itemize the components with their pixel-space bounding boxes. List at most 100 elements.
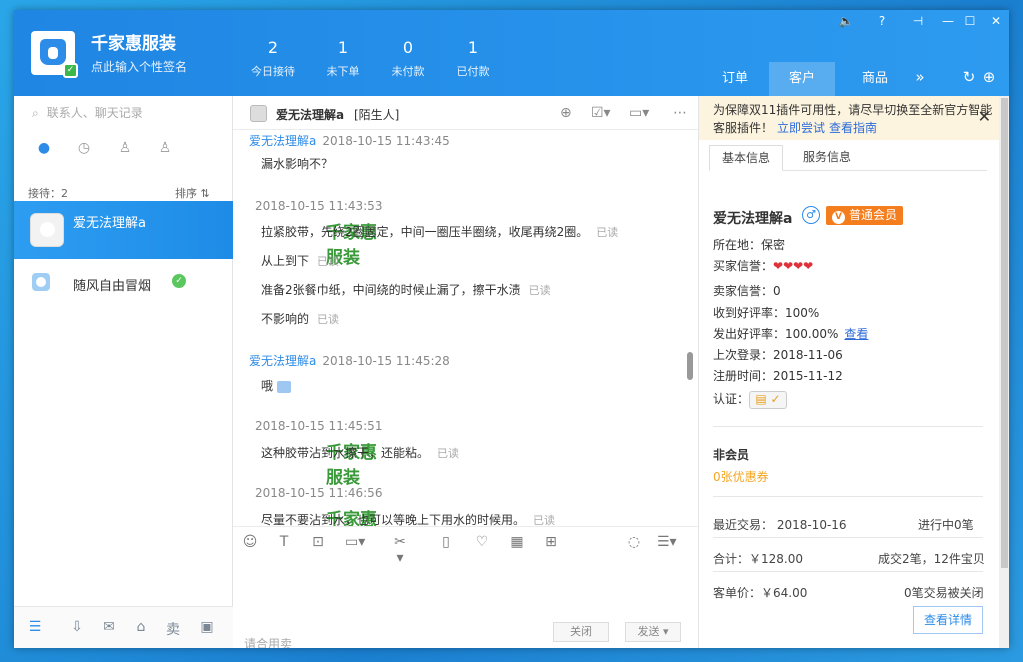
more-icon[interactable]: ⋯ — [673, 105, 687, 121]
notice-banner: 为保障双11插件可用性，请尽早切换至全新官方智能客服插件！ 立即尝试 查看指南 ✕ — [699, 96, 999, 140]
search-input[interactable]: ⌕ 联系人、聊天记录 — [32, 104, 143, 124]
read-status: 已读 — [317, 255, 340, 268]
tab-products[interactable]: 商品 — [842, 62, 908, 96]
closed-count: 0笔交易被关闭 — [904, 586, 984, 600]
folder-icon[interactable]: ▭▾ — [345, 534, 365, 550]
transfer-icon[interactable]: ☑▾ — [591, 105, 611, 121]
speaker-icon[interactable]: 🔈 — [836, 14, 856, 28]
chat-contact-status: [陌生人] — [354, 108, 400, 122]
panel-scrollbar[interactable] — [999, 96, 1009, 648]
view-guide-link[interactable]: 查看指南 — [829, 121, 877, 135]
shop-logo[interactable]: ✓ — [31, 31, 78, 78]
message-text: 漏水影响不？ — [261, 157, 334, 171]
location: 所在地：保密 — [713, 238, 786, 252]
font-icon[interactable]: T — [275, 534, 293, 550]
heart-icon[interactable]: ♡ — [473, 534, 491, 550]
app-window: ✓ 千家惠服装 点此输入个性签名 2 今日接待 1 未下单 0 未付款 1 已付… — [14, 10, 1009, 648]
contact-panel: ⌕ 联系人、聊天记录 ● ◷ ♙ ♙ 接待：2 排序 ⇅ 爱无法理解a 随风自由冒… — [14, 96, 233, 648]
contact-item[interactable]: 爱无法理解a — [14, 201, 233, 259]
message-header: 爱无法理解a 2018-10-15 11:45:28 — [249, 354, 450, 368]
cow-icon — [40, 39, 66, 65]
divider — [713, 571, 983, 572]
stat-not-ordered[interactable]: 1 未下单 — [313, 38, 373, 79]
message-text: 尽量不要沾到水，也可以等晚上下用水的时候用。 已读 — [261, 513, 556, 526]
in-progress: 进行中0笔 — [918, 518, 974, 532]
message-input[interactable]: 请合用卖 — [244, 635, 292, 648]
store-icon[interactable]: ⌂ — [132, 619, 150, 635]
heart-icon: ❤❤❤❤ — [773, 259, 814, 273]
refresh-icon[interactable]: ↻ — [960, 68, 978, 86]
close-button[interactable]: 关闭 — [553, 622, 609, 642]
tab-orders[interactable]: 订单 — [702, 62, 768, 96]
help-icon[interactable]: ? — [872, 14, 892, 28]
send-button[interactable]: 发送 ▾ — [625, 622, 681, 642]
customer-tabs: 基本信息 服务信息 — [709, 145, 987, 171]
pin-icon[interactable]: ⊣ — [908, 14, 928, 28]
stat-unpaid[interactable]: 0 未付款 — [378, 38, 438, 79]
stat-paid[interactable]: 1 已付款 — [443, 38, 503, 79]
coupon-icon[interactable]: ⊞ — [542, 534, 560, 550]
add-icon[interactable]: ⊕ — [980, 68, 998, 86]
quick-reply-icon[interactable]: ◌ — [625, 534, 643, 550]
contact-item[interactable]: 随风自由冒烟 ✓ — [14, 268, 233, 302]
sell-icon[interactable]: 卖 — [164, 619, 182, 639]
calculator-icon[interactable]: ▦ — [508, 534, 526, 550]
message-text: 这种胶带沾到水擦干，还能粘。 已读 — [261, 446, 460, 460]
scissors-icon[interactable]: ✂▾ — [391, 534, 409, 566]
scroll-thumb[interactable] — [1001, 98, 1008, 568]
emoji-icon — [276, 380, 291, 393]
clock-icon[interactable]: ◷ — [74, 140, 94, 156]
message-text: 哦 — [261, 377, 291, 394]
coupon-count[interactable]: 0张优惠券 — [713, 468, 769, 485]
male-icon: ♂ — [802, 206, 820, 224]
person-icon[interactable]: ♙ — [115, 140, 135, 156]
download-icon[interactable]: ⇩ — [68, 619, 86, 635]
close-icon[interactable]: ✕ — [986, 14, 1006, 28]
tab-customers[interactable]: 客户 — [769, 62, 835, 96]
message-header: 爱无法理解a 2018-10-15 11:43:45 — [249, 134, 450, 148]
avatar — [30, 213, 64, 247]
template-icon[interactable]: ☰▾ — [657, 534, 677, 550]
tab-service-info[interactable]: 服务信息 — [791, 145, 863, 171]
avg-price: 客单价：￥64.00 — [713, 586, 808, 600]
avatar — [250, 105, 267, 122]
chat-header: 爱无法理解a [陌生人] ⊕ ☑▾ ▭▾ ⋯ — [233, 96, 698, 130]
maximize-icon[interactable]: ☐ — [960, 14, 980, 28]
left-toolbar: ☰ ⇩ ✉ ⌂ 卖 ▣ — [14, 606, 233, 648]
deal-count: 成交2笔，12件宝贝 — [878, 552, 985, 566]
try-now-link[interactable]: 立即尝试 — [777, 121, 825, 135]
good-rate-received: 收到好评率：100% — [713, 306, 820, 320]
chat-scrollbar[interactable] — [687, 352, 693, 380]
message-header: 千家惠服装2018-10-15 11:46:56 — [255, 486, 383, 526]
group-icon[interactable]: ♙ — [155, 140, 175, 156]
buyer-credit: 买家信誉：❤❤❤❤ — [713, 259, 814, 273]
read-status: 已读 — [596, 226, 619, 239]
message-text: 拉紧胶带，先绕2圈固定，中间一圈压半圈绕，收尾再绕2圈。 已读 — [261, 225, 619, 239]
menu-icon[interactable]: ☰ — [26, 619, 44, 635]
reception-count: 接待：2 — [28, 187, 68, 200]
signature-field[interactable]: 点此输入个性签名 — [91, 58, 187, 75]
mail-icon[interactable]: ✉ — [100, 619, 118, 635]
stat-today-reception[interactable]: 2 今日接待 — [243, 38, 303, 79]
view-rating-link[interactable]: 查看 — [844, 327, 868, 341]
more-tabs-icon[interactable]: » — [911, 68, 929, 86]
window-icon[interactable]: ▣ — [198, 619, 216, 635]
add-contact-icon[interactable]: ⊕ — [560, 105, 572, 121]
chat-contact-name: 爱无法理解a — [276, 108, 345, 122]
emoji-icon[interactable]: ☺ — [241, 534, 259, 550]
view-details-button[interactable]: 查看详情 — [913, 606, 983, 634]
sort-button[interactable]: 排序 ⇅ — [175, 185, 210, 201]
seller-credit: 卖家信誉：0 — [713, 284, 781, 298]
message-text: 不影响的 已读 — [261, 312, 340, 326]
chat-bubble-icon[interactable]: ● — [34, 140, 54, 156]
verified-icon: ✓ — [63, 63, 78, 78]
phone-icon[interactable]: ▯ — [437, 534, 455, 550]
header: ✓ 千家惠服装 点此输入个性签名 2 今日接待 1 未下单 0 未付款 1 已付… — [14, 10, 1009, 96]
video-icon[interactable]: ▭▾ — [629, 105, 649, 121]
screenshot-icon[interactable]: ⊡ — [309, 534, 327, 550]
minimize-icon[interactable]: — — [938, 14, 958, 28]
tab-basic-info[interactable]: 基本信息 — [709, 145, 784, 171]
avatar — [32, 273, 50, 291]
close-notice-icon[interactable]: ✕ — [978, 108, 991, 126]
member-status: 非会员 — [713, 448, 750, 462]
